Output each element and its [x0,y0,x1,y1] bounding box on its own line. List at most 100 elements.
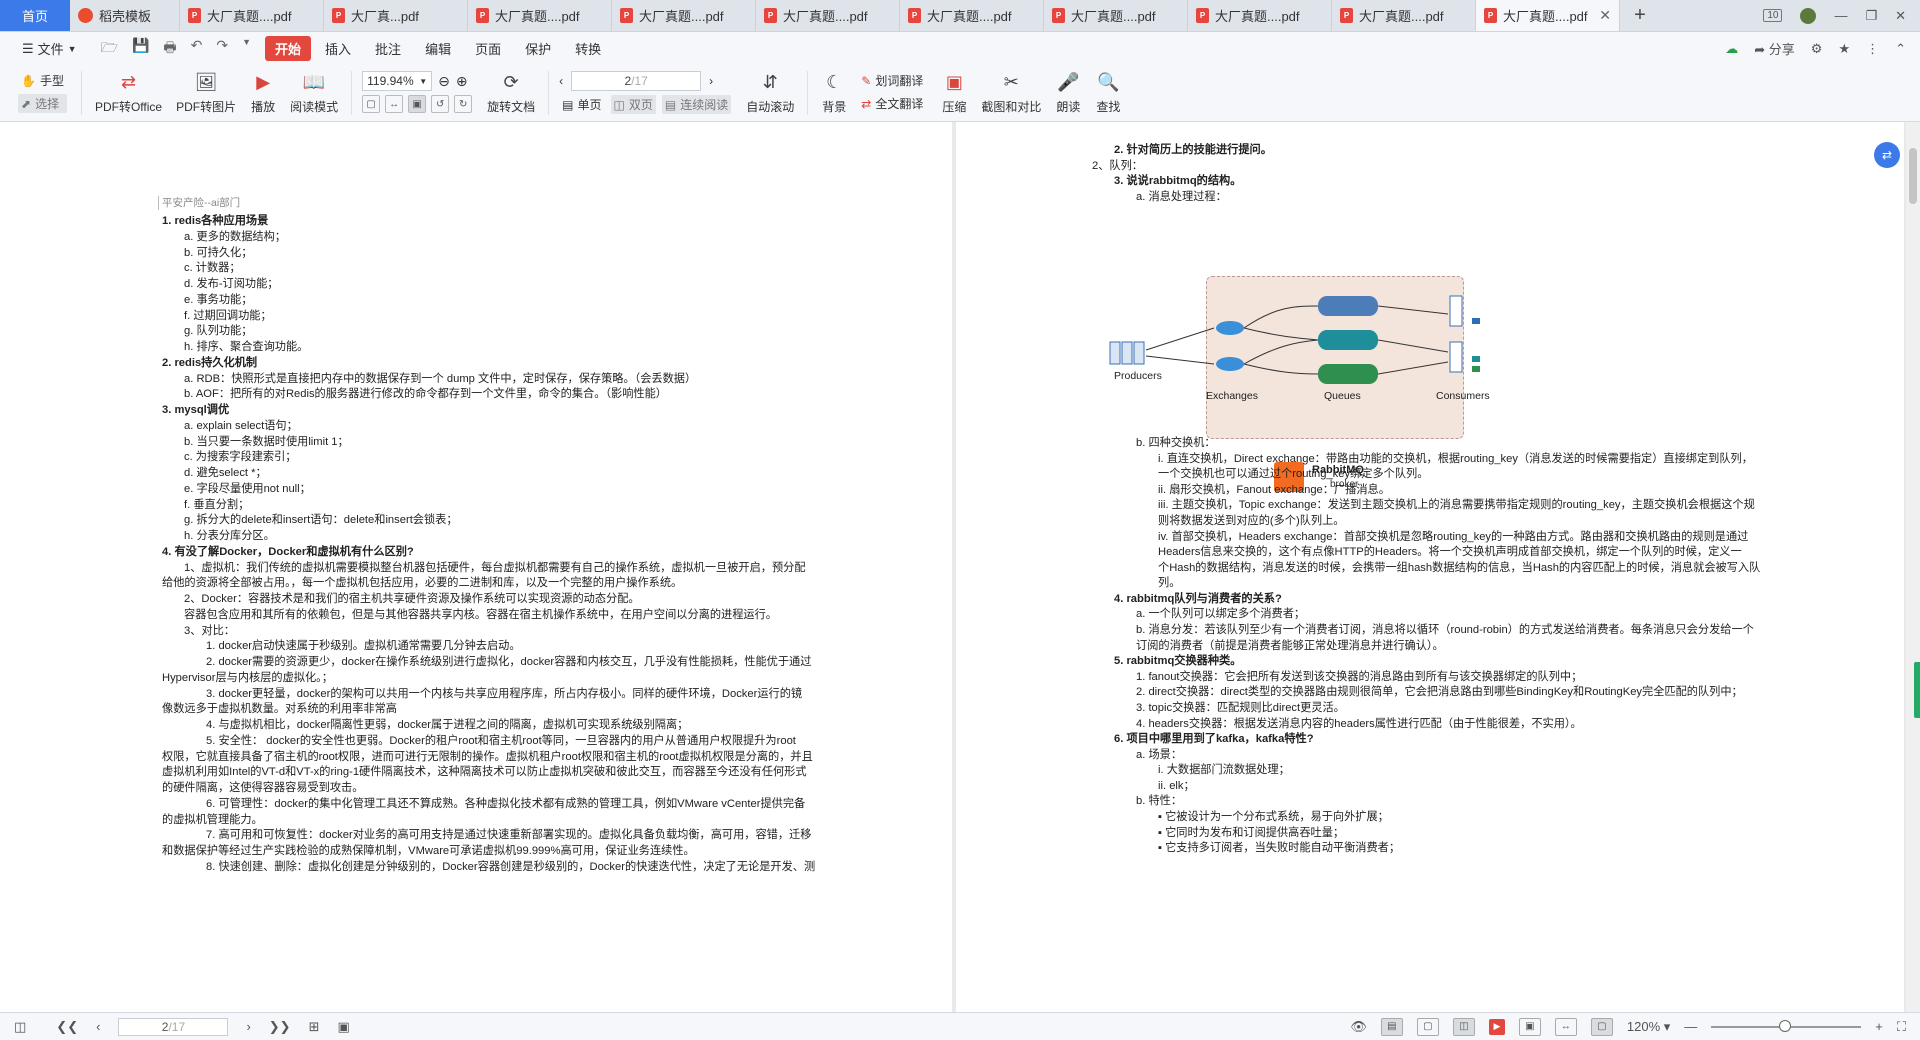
tab-pdf-file[interactable]: P 大厂真题....pdf ✕ [1476,0,1620,31]
play-button[interactable]: ▶ 播放 [243,65,283,115]
tab-home[interactable]: 首页 [0,0,70,31]
full-translate-button[interactable]: ⇄ 全文翻译 [858,94,926,113]
page-navigation: ❮❮ ‹ 2/17 › ❯❯ ⊞ ▣ [56,1017,350,1036]
auto-scroll-button[interactable]: ⇵ 自动滚动 [739,65,801,115]
tab-pdf-file[interactable]: P 大厂真题....pdf [612,0,756,31]
tab-pdf-file[interactable]: P 大厂真题....pdf [1188,0,1332,31]
close-window-icon[interactable]: ✕ [1895,8,1906,24]
menu-tab[interactable]: 编辑 [415,36,461,61]
next-page-icon[interactable]: › [709,74,713,88]
cloud-sync-icon[interactable]: ☁ [1725,41,1738,57]
print-icon[interactable]: 🖶 [163,37,176,61]
rotate-document-button[interactable]: ⟳ 旋转文档 [480,65,542,115]
open-folder-icon[interactable]: 🗁 [101,37,118,61]
page-thumbnail-icon[interactable]: ▣ [337,1019,349,1035]
double-view-icon[interactable]: ◫ [1452,1017,1475,1036]
fit-width-icon[interactable]: ↔ [1554,1017,1577,1036]
pdf-to-image-button[interactable]: 🖼 PDF转图片 [169,65,243,115]
screenshot-compare-button[interactable]: ✂ 截图和对比 [974,65,1048,115]
prev-page-icon[interactable]: ‹ [96,1019,100,1034]
read-aloud-button[interactable]: 🎤 朗读 [1048,65,1088,115]
collapse-ribbon-icon[interactable]: ⌃ [1895,41,1906,57]
find-button[interactable]: 🔍 查找 [1088,65,1128,115]
actual-size-icon[interactable]: ▢ [1590,1017,1613,1036]
tab-pdf-file[interactable]: P 大厂真...pdf [324,0,468,31]
first-page-icon[interactable]: ❮❮ [56,1019,78,1035]
zoom-select[interactable]: 120% ▾ [1627,1019,1670,1035]
document-area[interactable]: 平安产险--ai部门 1. redis各种应用场景 a. 更多的数据结构； b. 可… [0,122,1920,1012]
add-page-icon[interactable]: ⊞ [309,1019,320,1035]
actual-size-icon[interactable]: ▣ [408,95,427,113]
zoom-out-icon[interactable]: — [1684,1019,1697,1034]
zoom-out-icon[interactable]: ⊖ [438,73,450,90]
zoom-slider[interactable] [1711,1019,1862,1032]
menu-tab[interactable]: 转换 [565,36,611,61]
tab-docer[interactable]: 稻壳模板 [70,0,180,31]
translate-float-button[interactable]: ⇄ [1874,142,1900,168]
side-panel-handle[interactable] [1914,662,1920,718]
single-page-button[interactable]: ▤ 单页 [559,95,604,114]
hand-tool-button[interactable]: ✋ 手型 [18,71,67,90]
collaborate-icon[interactable]: ★ [1838,41,1850,57]
new-tab-button[interactable]: + [1620,0,1660,31]
chevron-down-icon: ▼ [67,43,77,54]
sidebar-toggle-icon[interactable]: ◫ [14,1019,26,1035]
compress-button[interactable]: ▣ 压缩 [934,65,974,115]
avatar[interactable] [1800,7,1817,24]
menu-tab[interactable]: 开始 [265,36,312,61]
scrollbar-thumb[interactable] [1909,148,1917,204]
share-button[interactable]: ➦ 分享 [1754,39,1795,58]
save-icon[interactable]: 💾 [132,37,149,61]
file-menu[interactable]: ☰ 文件 ▼ [12,36,87,61]
redo-icon[interactable]: ↷ [216,37,228,61]
tab-pdf-file[interactable]: P 大厂真题....pdf [180,0,324,31]
continuous-read-button[interactable]: ▤ 连续阅读 [661,95,732,114]
menu-tab[interactable]: 插入 [315,36,361,61]
zoom-slider-knob[interactable] [1779,1019,1792,1032]
prev-page-icon[interactable]: ‹ [559,74,563,88]
undo-icon[interactable]: ↶ [191,37,203,61]
customize-chevron-icon[interactable]: ▼ [242,37,251,61]
hamburger-icon: ☰ [22,40,34,56]
play-presentation-icon[interactable]: ▶ [1488,1018,1505,1035]
tab-pdf-file[interactable]: P 大厂真题....pdf [756,0,900,31]
rotate-right-icon[interactable]: ↻ [454,95,473,113]
minimize-icon[interactable]: — [1834,8,1847,23]
page-number-input[interactable]: 2/17 [571,71,702,91]
last-page-icon[interactable]: ❯❯ [269,1019,291,1035]
select-tool-button[interactable]: ⬈ 选择 [18,94,67,113]
restore-icon[interactable]: ❐ [1865,8,1877,24]
eye-protection-icon[interactable]: 👁 [1350,1019,1367,1035]
fit-width-icon[interactable]: ↔ [385,95,404,113]
word-translate-button[interactable]: ✎ 划词翻译 [858,71,926,90]
zoom-select[interactable]: 119.94% ▼ [362,71,433,91]
zoom-in-icon[interactable]: ⊕ [456,73,468,90]
fit-page-icon[interactable]: ▣ [1518,1017,1541,1036]
tab-count-badge[interactable]: 10 [1763,9,1783,22]
fit-page-icon[interactable]: ▢ [362,95,381,113]
menu-tab[interactable]: 批注 [365,36,411,61]
zoom-in-icon[interactable]: + [1875,1019,1883,1034]
pdf-to-office-button[interactable]: ⇄ PDF转Office [88,65,169,115]
tab-pdf-file[interactable]: P 大厂真题....pdf [1332,0,1476,31]
single-view-icon[interactable]: ▢ [1416,1017,1439,1036]
tab-pdf-file[interactable]: P 大厂真题....pdf [1044,0,1188,31]
menu-tab[interactable]: 页面 [465,36,511,61]
vertical-scrollbar[interactable] [1906,122,1920,1012]
read-mode-button[interactable]: 📖 阅读模式 [283,65,345,115]
next-page-icon[interactable]: › [246,1019,250,1034]
continuous-view-icon[interactable]: ▤ [1380,1017,1403,1036]
double-page-button[interactable]: ◫ 双页 [610,95,656,114]
status-page-input[interactable]: 2/17 [118,1017,229,1036]
tab-pdf-file[interactable]: P 大厂真题....pdf [468,0,612,31]
zoom-value: 119.94% [367,74,414,88]
rotate-left-icon[interactable]: ↺ [431,95,450,113]
tab-pdf-file[interactable]: P 大厂真题....pdf [900,0,1044,31]
menu-tab[interactable]: 保护 [515,36,561,61]
more-icon[interactable]: ⋮ [1866,41,1879,57]
tab-pdf-label: 大厂真题....pdf [1503,9,1588,24]
settings-icon[interactable]: ⚙ [1811,41,1823,57]
close-icon[interactable]: ✕ [1599,7,1611,24]
fullscreen-icon[interactable]: ⛶ [1897,1019,1906,1035]
background-button[interactable]: ☾ 背景 [814,65,854,115]
